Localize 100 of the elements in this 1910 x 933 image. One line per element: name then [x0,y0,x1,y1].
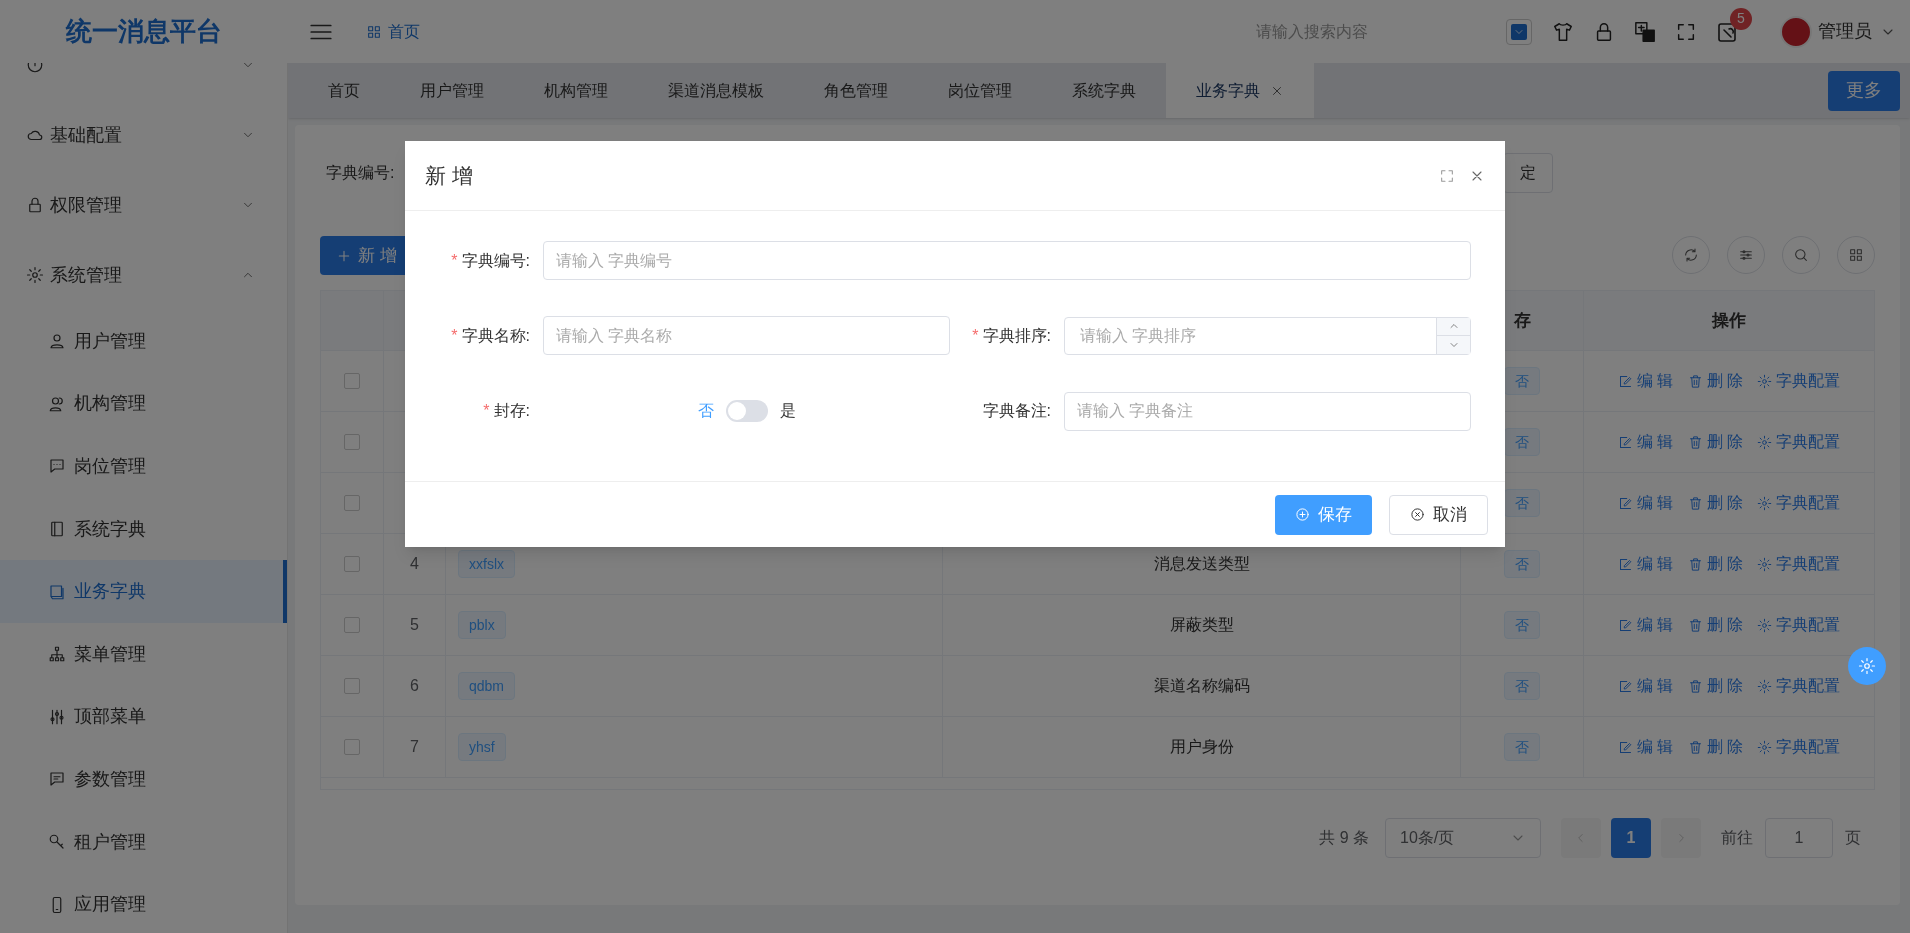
notification-badge: 5 [1730,7,1752,30]
checkbox[interactable] [344,617,360,633]
column-header: 操作 [1712,309,1746,332]
cancel-button[interactable]: 取消 [1389,494,1488,535]
tab[interactable]: 用户管理 [390,63,514,118]
sidebar-item[interactable]: 用户管理 [0,310,287,373]
sidebar-item[interactable]: 顶部菜单 [0,685,287,749]
checkbox[interactable] [344,556,360,572]
action-link[interactable]: 字典配置 [1756,491,1840,515]
action-link[interactable]: 字典配置 [1756,369,1840,393]
tab[interactable]: 岗位管理 [918,63,1042,118]
sidebar-item[interactable]: 参数管理 [0,748,287,811]
table-cell-text: 5 [410,615,419,635]
search-icon [1793,247,1809,263]
tab[interactable]: 业务字典 [1166,63,1314,118]
action-link[interactable]: 删 除 [1687,674,1743,698]
tab[interactable]: 系统字典 [1042,63,1166,118]
sidebar-item[interactable]: 基础配置 [0,100,287,170]
required-mark: * [451,250,458,271]
edit-icon [1618,434,1634,450]
action-link[interactable]: 删 除 [1687,491,1743,515]
action-link[interactable]: 字典配置 [1756,613,1840,637]
required-mark: * [972,325,979,346]
more-button[interactable]: 更多 [1828,70,1900,111]
filter-label: 字典编号: [326,162,395,183]
action-link[interactable]: 字典配置 [1756,674,1840,698]
sliders-icon [48,707,66,726]
page-input[interactable]: 1 [1765,817,1833,858]
table-cell-text: 渠道名称编码 [1153,676,1250,696]
action-link[interactable]: 编 辑 [1618,491,1674,515]
breadcrumb-link[interactable]: 首页 [366,19,420,44]
trash-icon [1687,617,1703,633]
action-link[interactable]: 删 除 [1687,613,1743,637]
action-link[interactable]: 删 除 [1687,735,1743,759]
action-link[interactable]: 字典配置 [1756,430,1840,454]
sidebar-item[interactable]: 权限管理 [0,170,287,240]
code-tag: qdbm [458,672,516,700]
tab[interactable]: 角色管理 [794,63,918,118]
user-name[interactable]: 管理员 [1818,18,1872,45]
shirt-icon[interactable] [1552,20,1574,43]
checkbox[interactable] [344,434,360,450]
sidebar-item[interactable]: 业务字典 [0,560,287,623]
sidebar-item[interactable]: 机构管理 [0,372,287,436]
code-tag: yhsf [458,733,506,761]
action-link[interactable]: 删 除 [1687,369,1743,393]
users-icon [48,394,66,413]
grid-icon [366,23,382,40]
field-label: 字典备注: [982,401,1051,421]
checkbox[interactable] [344,495,360,511]
sidebar-item[interactable]: 租户管理 [0,810,287,874]
input-field[interactable]: 请输入 字典名称 [543,316,950,355]
book-icon [48,582,66,601]
status-tag: 否 [1504,733,1540,761]
action-link[interactable]: 编 辑 [1618,369,1674,393]
save-button[interactable]: 保存 [1275,494,1372,535]
trash-icon [1687,495,1703,511]
sidebar-item[interactable]: 系统管理 [0,240,287,310]
page-size-select[interactable]: 10条/页 [1385,817,1541,858]
edit-icon [1618,739,1634,755]
tab[interactable]: 首页 [298,63,390,118]
sidebar-item[interactable]: 应用管理 [0,873,287,933]
tab[interactable]: 渠道消息模板 [638,63,794,118]
table-cell-text: 屏蔽类型 [1169,615,1234,635]
theme-toggle[interactable] [1506,18,1532,45]
action-link[interactable]: 编 辑 [1618,674,1674,698]
avatar[interactable] [1780,15,1812,48]
action-link[interactable]: 字典配置 [1756,735,1840,759]
action-link[interactable]: 编 辑 [1618,613,1674,637]
gear-icon [1756,556,1772,572]
edit-icon [1618,617,1634,633]
app-title: 统一消息平台 [66,15,222,48]
checkbox[interactable] [344,678,360,694]
sidebar-item[interactable]: 岗位管理 [0,435,287,498]
gear-icon [1756,495,1772,511]
action-link[interactable]: 删 除 [1687,430,1743,454]
field-label: 字典编号: [461,250,530,271]
action-link[interactable]: 删 除 [1687,552,1743,576]
user-icon [48,332,66,351]
switch-label: 是 [779,401,796,421]
total-count: 共 9 条 [1319,827,1369,848]
action-link[interactable]: 编 辑 [1618,430,1674,454]
close-circle-icon [1410,507,1425,522]
gear-icon [1756,678,1772,694]
status-tag: 否 [1504,489,1540,517]
action-link[interactable]: 编 辑 [1618,552,1674,576]
checkbox[interactable] [344,373,360,389]
checkbox[interactable] [344,739,360,755]
goto-label: 前往 [1721,827,1753,848]
field-label: 字典排序: [982,325,1051,346]
tab[interactable]: 机构管理 [514,63,638,118]
table-cell-text: 4 [410,554,419,574]
page-button[interactable]: 1 [1611,817,1651,858]
maximize-icon[interactable] [1439,167,1455,184]
toggle-switch[interactable] [725,400,768,422]
input-field[interactable]: 请输入 字典备注 [1064,391,1471,431]
action-link[interactable]: 编 辑 [1618,735,1674,759]
grid-icon [1848,247,1864,263]
input-field[interactable]: 请输入 字典编号 [543,241,1471,280]
trash-icon [1687,373,1703,389]
action-link[interactable]: 字典配置 [1756,552,1840,576]
